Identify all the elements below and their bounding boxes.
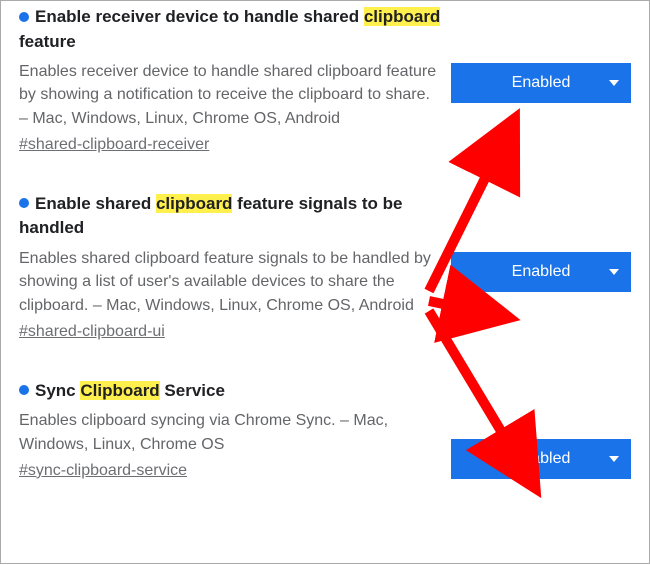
flag-text-block: Enable shared clipboard feature signals …: [19, 192, 451, 341]
flag-select[interactable]: Enabled: [451, 63, 631, 103]
flag-anchor-link[interactable]: #shared-clipboard-ui: [19, 323, 165, 341]
modified-dot-icon: [19, 385, 29, 395]
flag-item: Sync Clipboard Service Enables clipboard…: [19, 379, 631, 480]
flag-anchor-link[interactable]: #shared-clipboard-receiver: [19, 136, 209, 154]
flag-control: Enabled: [451, 192, 631, 292]
flag-title: Sync Clipboard Service: [19, 379, 441, 404]
chevron-down-icon: [609, 456, 619, 462]
flag-select[interactable]: Enabled: [451, 252, 631, 292]
select-value: Enabled: [512, 263, 571, 281]
flag-title: Enable shared clipboard feature signals …: [19, 192, 441, 241]
select-value: Enabled: [512, 450, 571, 468]
flag-title: Enable receiver device to handle shared …: [19, 5, 441, 54]
modified-dot-icon: [19, 12, 29, 22]
modified-dot-icon: [19, 198, 29, 208]
flag-item: Enable receiver device to handle shared …: [19, 5, 631, 154]
title-post: Service: [160, 381, 225, 400]
title-pre: Sync: [35, 381, 80, 400]
flag-control: Enabled: [451, 379, 631, 479]
flag-item: Enable shared clipboard feature signals …: [19, 192, 631, 341]
flag-anchor-link[interactable]: #sync-clipboard-service: [19, 462, 187, 480]
title-highlight: clipboard: [364, 7, 441, 26]
flags-panel: Enable receiver device to handle shared …: [0, 0, 650, 564]
chevron-down-icon: [609, 80, 619, 86]
flag-control: Enabled: [451, 5, 631, 103]
flag-description: Enables receiver device to handle shared…: [19, 60, 441, 130]
flag-text-block: Enable receiver device to handle shared …: [19, 5, 451, 154]
title-pre: Enable shared: [35, 194, 156, 213]
select-value: Enabled: [512, 74, 571, 92]
title-post: feature: [19, 32, 76, 51]
title-highlight: Clipboard: [80, 381, 159, 400]
chevron-down-icon: [609, 269, 619, 275]
flag-description: Enables shared clipboard feature signals…: [19, 247, 441, 317]
flag-text-block: Sync Clipboard Service Enables clipboard…: [19, 379, 451, 480]
flag-select[interactable]: Enabled: [451, 439, 631, 479]
title-pre: Enable receiver device to handle shared: [35, 7, 364, 26]
flag-description: Enables clipboard syncing via Chrome Syn…: [19, 409, 441, 455]
title-highlight: clipboard: [156, 194, 233, 213]
